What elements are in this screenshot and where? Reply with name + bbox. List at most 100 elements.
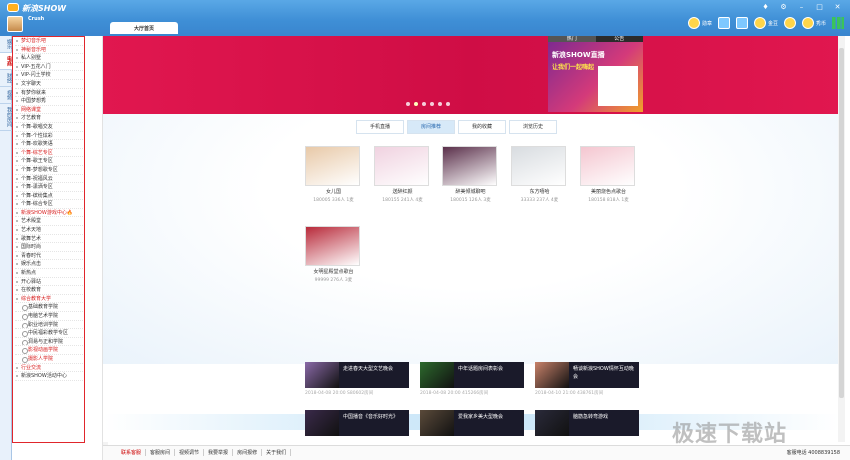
room-name[interactable]: 女明星殿堂点歌台 bbox=[305, 268, 362, 275]
toolbar-item[interactable]: 金豆 bbox=[753, 17, 778, 29]
carousel-dot[interactable] bbox=[446, 102, 450, 106]
skin-icon[interactable]: ♦ bbox=[761, 3, 770, 12]
sidebar-item[interactable]: 行业交流 bbox=[15, 364, 83, 373]
footer-link[interactable]: 房间报修 bbox=[233, 449, 263, 456]
toolbar-item[interactable] bbox=[717, 17, 730, 29]
room-card[interactable]: 美丽烧色点歌台 180158 818人 1麦 bbox=[580, 146, 637, 208]
vtab-category[interactable]: 财经 bbox=[0, 70, 12, 87]
sidebar-item[interactable]: 歌舞艺术 bbox=[15, 235, 83, 244]
sidebar-item[interactable]: 个舞-欢歌笑语 bbox=[15, 140, 83, 149]
toolbar-item[interactable]: 秀币 bbox=[801, 17, 826, 29]
room-thumbnail[interactable] bbox=[580, 146, 635, 186]
footer-link[interactable]: 客服房间 bbox=[146, 449, 176, 456]
content-tab[interactable]: 手机直播 bbox=[356, 120, 404, 134]
sidebar-item[interactable]: 中民福彩教学专区 bbox=[15, 329, 83, 338]
sidebar-item[interactable]: 网络课堂 bbox=[15, 106, 83, 115]
room-name[interactable]: 美丽烧色点歌台 bbox=[580, 188, 637, 195]
settings-icon[interactable]: ⚙ bbox=[779, 3, 788, 12]
sidebar-item[interactable]: 国际时尚 bbox=[15, 243, 83, 252]
activity-card[interactable]: 中年话题房间表彰会 2018-04-08 20:00 415266房间 bbox=[420, 362, 524, 398]
vtab-category[interactable]: 我的房间 bbox=[0, 104, 12, 131]
sidebar-item[interactable]: 个舞-综艺专区 bbox=[15, 149, 83, 158]
sidebar-item[interactable]: 在校教育 bbox=[15, 286, 83, 295]
close-icon[interactable]: ✕ bbox=[833, 3, 842, 12]
content-tab[interactable]: 我的收藏 bbox=[458, 120, 506, 134]
maximize-icon[interactable]: □ bbox=[815, 3, 824, 12]
content-scroll-thumb[interactable] bbox=[839, 48, 844, 398]
sidebar-item[interactable]: VIP-闪土学校 bbox=[15, 71, 83, 80]
content-tab[interactable]: 房间推荐 bbox=[407, 120, 455, 134]
username[interactable]: Crush bbox=[28, 16, 44, 22]
sidebar-item[interactable]: 综合教育大学 bbox=[15, 295, 83, 304]
room-name[interactable]: 送醉红颜 bbox=[374, 188, 431, 195]
room-card[interactable]: 女明星殿堂点歌台 99999 276人 3麦 bbox=[305, 226, 362, 288]
activity-title[interactable]: 中国播音《音乐好时光》 bbox=[343, 413, 407, 421]
footer-link[interactable]: 联系客服 bbox=[117, 449, 147, 456]
activity-banner[interactable]: 中国播音《音乐好时光》 bbox=[305, 410, 409, 436]
room-thumbnail[interactable] bbox=[374, 146, 429, 186]
activity-title[interactable]: 畅谈新浪SHOW情怀互动晚会 bbox=[573, 365, 637, 381]
room-thumbnail[interactable] bbox=[305, 226, 360, 266]
room-card[interactable]: 女儿国 180005 336人 1麦 bbox=[305, 146, 362, 208]
sidebar-item[interactable]: 个舞-综合专区 bbox=[15, 200, 83, 209]
vtab-category[interactable]: 电商 bbox=[0, 53, 12, 70]
user-avatar[interactable] bbox=[7, 16, 23, 32]
activity-card[interactable]: 走进春天大型文艺晚会 2018-04-08 20:00 S80602房间 bbox=[305, 362, 409, 398]
sidebar-item[interactable]: 职业培训学院 bbox=[15, 321, 83, 330]
banner-carousel[interactable]: 热门 公告 新浪SHOW直播 让我们一起嗨起 bbox=[103, 36, 840, 114]
room-card[interactable]: 东方嘻哈 33333 237人 4麦 bbox=[511, 146, 568, 208]
activity-banner[interactable]: 脑筋急转弯游戏 bbox=[535, 410, 639, 436]
carousel-dot[interactable] bbox=[406, 102, 410, 106]
sidebar-item[interactable]: 中国梦想秀 bbox=[15, 97, 83, 106]
footer-link[interactable]: 我要举报 bbox=[204, 449, 234, 456]
sidebar-item[interactable]: 洞易与正和学院 bbox=[15, 338, 83, 347]
sidebar-item[interactable]: 艺术天地 bbox=[15, 226, 83, 235]
sidebar-item[interactable]: 个舞-梦想歌专区 bbox=[15, 166, 83, 175]
carousel-dot[interactable] bbox=[430, 102, 434, 106]
activity-title[interactable]: 脑筋急转弯游戏 bbox=[573, 413, 637, 421]
activity-card[interactable]: 中国播音《音乐好时光》 bbox=[305, 410, 409, 442]
sidebar-item[interactable]: 摄影人学院 bbox=[15, 355, 83, 364]
footer-link[interactable]: 关于我们 bbox=[262, 449, 292, 456]
footer-link[interactable]: 视频调节 bbox=[175, 449, 205, 456]
vtab-category[interactable]: 娱乐 bbox=[0, 36, 12, 53]
room-card[interactable]: 醉美倾城聊吧 180015 126人 3麦 bbox=[442, 146, 499, 208]
room-thumbnail[interactable] bbox=[442, 146, 497, 186]
sidebar-item[interactable]: 新浪SHOW游戏中心🔥 bbox=[15, 209, 83, 218]
sidebar-item[interactable]: 影视动画学院 bbox=[15, 346, 83, 355]
banner-ad[interactable]: 新浪SHOW直播 让我们一起嗨起 bbox=[548, 42, 643, 112]
sidebar-item[interactable]: 文字聊天 bbox=[15, 80, 83, 89]
activity-banner[interactable]: 爱我家乡美大型晚会 bbox=[420, 410, 524, 436]
carousel-dot[interactable] bbox=[438, 102, 442, 106]
sidebar-item[interactable]: 个舞-歌唱交友 bbox=[15, 123, 83, 132]
activity-banner[interactable]: 中年话题房间表彰会 bbox=[420, 362, 524, 388]
toolbar-item[interactable] bbox=[735, 17, 748, 29]
carousel-dot[interactable] bbox=[422, 102, 426, 106]
sidebar-item[interactable]: 娱乐点击 bbox=[15, 260, 83, 270]
room-name[interactable]: 醉美倾城聊吧 bbox=[442, 188, 499, 195]
sidebar-item[interactable]: 青春时代 bbox=[15, 252, 83, 261]
sidebar-item[interactable]: VIP-五花八门 bbox=[15, 63, 83, 72]
room-thumbnail[interactable] bbox=[305, 146, 360, 186]
sidebar-item[interactable]: 开心驿站 bbox=[15, 278, 83, 287]
room-card[interactable]: 送醉红颜 180155 241人 4麦 bbox=[374, 146, 431, 208]
activity-title[interactable]: 走进春天大型文艺晚会 bbox=[343, 365, 407, 373]
activity-title[interactable]: 爱我家乡美大型晚会 bbox=[458, 413, 522, 421]
room-thumbnail[interactable] bbox=[511, 146, 566, 186]
toolbar-item[interactable] bbox=[783, 17, 796, 29]
sidebar-item[interactable]: 电脑艺术学院 bbox=[15, 312, 83, 321]
sidebar-item[interactable]: 才艺教育 bbox=[15, 114, 83, 123]
sidebar-item[interactable]: 艺术殿堂 bbox=[15, 217, 83, 227]
activity-card[interactable]: 爱我家乡美大型晚会 bbox=[420, 410, 524, 442]
carousel-dot[interactable] bbox=[414, 102, 418, 106]
activity-card[interactable]: 畅谈新浪SHOW情怀互动晚会 2018-04-10 21:00 438761房间 bbox=[535, 362, 639, 398]
sidebar-item[interactable]: 个舞-潇洒专区 bbox=[15, 183, 83, 192]
vtab-category[interactable]: 视频 bbox=[0, 87, 12, 104]
sidebar-item[interactable]: 新热点 bbox=[15, 269, 83, 278]
sidebar-item[interactable]: 个舞-个性炫彩 bbox=[15, 132, 83, 141]
activity-title[interactable]: 中年话题房间表彰会 bbox=[458, 365, 522, 373]
activity-banner[interactable]: 畅谈新浪SHOW情怀互动晚会 bbox=[535, 362, 639, 388]
sidebar-item[interactable]: 新浪SHOW活动中心 bbox=[15, 372, 83, 381]
sidebar-item[interactable]: 个舞-歌王专区 bbox=[15, 157, 83, 166]
sidebar-item[interactable]: 个舞-缤纷集点 bbox=[15, 192, 83, 201]
